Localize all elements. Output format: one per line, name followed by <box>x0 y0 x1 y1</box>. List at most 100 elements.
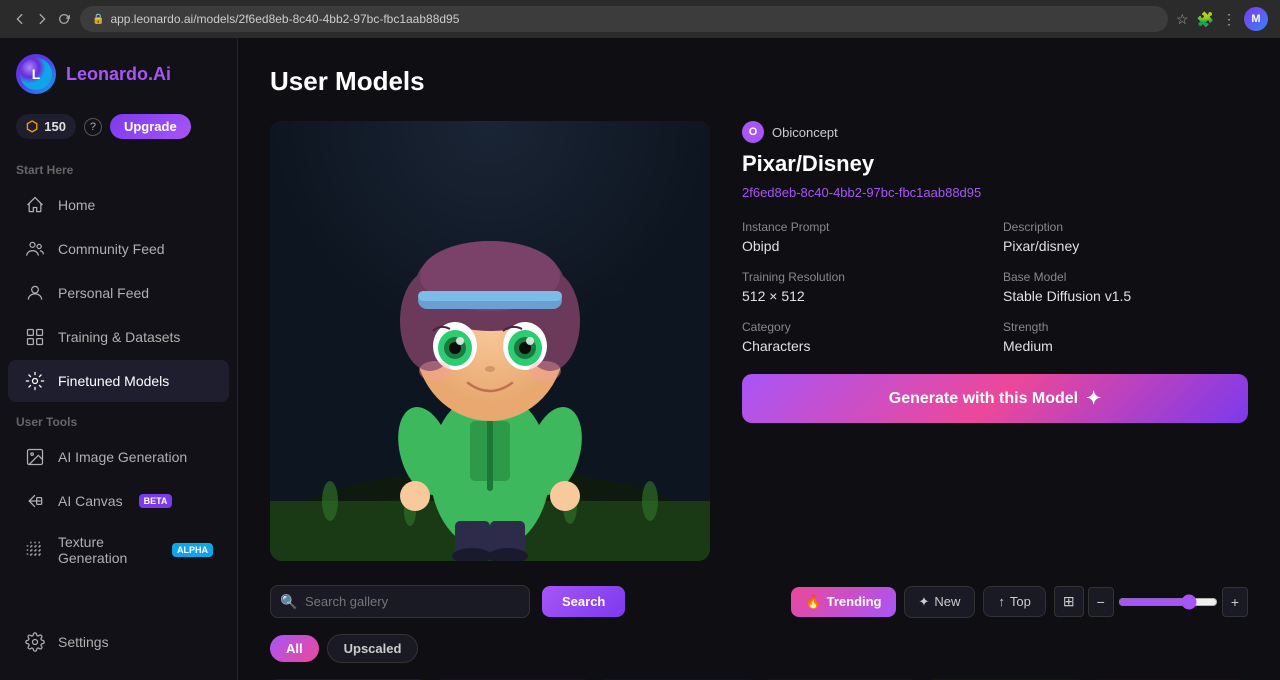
url-bar[interactable]: 🔒 app.leonardo.ai/models/2f6ed8eb-8c40-4… <box>80 6 1168 32</box>
zoom-in-button[interactable]: + <box>1222 587 1248 617</box>
zoom-slider[interactable] <box>1118 594 1218 610</box>
credits-badge: ⬡ 150 <box>16 114 76 139</box>
owner-avatar: O <box>742 121 764 143</box>
training-resolution-field: Training Resolution 512 × 512 <box>742 270 987 304</box>
category-field: Category Characters <box>742 320 987 354</box>
search-input[interactable] <box>270 585 530 618</box>
top-label: Top <box>1010 594 1031 609</box>
user-tools-label: User Tools <box>0 403 237 435</box>
credits-count: 150 <box>44 119 66 134</box>
sidebar: L Leonardo.Ai ⬡ 150 ? Upgrade Start Here… <box>0 38 238 680</box>
browser-controls <box>12 11 72 27</box>
description-field: Description Pixar/disney <box>1003 220 1248 254</box>
sidebar-item-texture[interactable]: Texture Generation ALPHA <box>8 524 229 576</box>
personal-icon <box>24 282 46 304</box>
beta-badge: BETA <box>139 494 173 508</box>
sidebar-item-personal[interactable]: Personal Feed <box>8 272 229 314</box>
menu-icon[interactable]: ⋮ <box>1222 11 1236 28</box>
sidebar-item-community-label: Community Feed <box>58 241 165 257</box>
finetuned-icon <box>24 370 46 392</box>
sidebar-item-texture-label: Texture Generation <box>58 534 156 566</box>
filter-upscaled-button[interactable]: Upscaled <box>327 634 419 663</box>
reload-btn[interactable] <box>56 11 72 27</box>
community-icon <box>24 238 46 260</box>
logo-avatar: L <box>16 54 56 94</box>
main-content: User Models <box>238 38 1280 680</box>
back-btn[interactable] <box>12 11 28 27</box>
sidebar-item-ai-canvas[interactable]: AI Canvas BETA <box>8 480 229 522</box>
sidebar-item-home-label: Home <box>58 197 95 213</box>
ai-image-icon <box>24 446 46 468</box>
sidebar-item-home[interactable]: Home <box>8 184 229 226</box>
texture-icon <box>24 539 46 561</box>
sidebar-item-ai-canvas-label: AI Canvas <box>58 493 123 509</box>
model-owner-row: O Obiconcept <box>742 121 1248 143</box>
base-model-field: Base Model Stable Diffusion v1.5 <box>1003 270 1248 304</box>
sidebar-item-ai-image[interactable]: AI Image Generation <box>8 436 229 478</box>
logo-text: Leonardo.Ai <box>66 64 171 85</box>
trending-button[interactable]: 🔥 Trending <box>791 587 895 617</box>
sidebar-item-settings[interactable]: Settings <box>8 621 229 663</box>
training-resolution-value: 512 × 512 <box>742 288 987 304</box>
sidebar-item-personal-label: Personal Feed <box>58 285 149 301</box>
svg-text:L: L <box>32 66 41 82</box>
fire-icon: 🔥 <box>805 594 821 610</box>
filter-row: All Upscaled <box>270 634 1248 663</box>
base-model-value: Stable Diffusion v1.5 <box>1003 288 1248 304</box>
model-name: Pixar/Disney <box>742 151 1248 177</box>
gallery-controls: 🔍 Search 🔥 Trending ✦ New ↑ Top ⊞ <box>270 585 1248 618</box>
model-id: 2f6ed8eb-8c40-4bb2-97bc-fbc1aab88d95 <box>742 185 1248 200</box>
lock-icon: 🔒 <box>92 14 104 25</box>
grid-view-button[interactable]: ⊞ <box>1054 586 1084 617</box>
upgrade-button[interactable]: Upgrade <box>110 114 191 139</box>
sidebar-item-ai-image-label: AI Image Generation <box>58 449 187 465</box>
zoom-out-button[interactable]: − <box>1088 587 1114 617</box>
generate-icon: ✦ <box>1086 388 1101 409</box>
browser-actions: ☆ 🧩 ⋮ M <box>1176 7 1268 31</box>
strength-label: Strength <box>1003 320 1248 334</box>
ai-canvas-icon <box>24 490 46 512</box>
base-model-label: Base Model <box>1003 270 1248 284</box>
trending-label: Trending <box>827 594 882 609</box>
top-button[interactable]: ↑ Top <box>983 586 1045 617</box>
sidebar-item-training[interactable]: Training & Datasets <box>8 316 229 358</box>
help-icon[interactable]: ? <box>84 118 102 136</box>
model-info: O Obiconcept Pixar/Disney 2f6ed8eb-8c40-… <box>742 121 1248 561</box>
browser-bar: 🔒 app.leonardo.ai/models/2f6ed8eb-8c40-4… <box>0 0 1280 38</box>
sparkle-icon: ✦ <box>919 594 930 610</box>
credits-row: ⬡ 150 ? Upgrade <box>0 110 237 151</box>
coin-icon: ⬡ <box>26 118 38 135</box>
new-button[interactable]: ✦ New <box>904 586 976 618</box>
view-controls: ⊞ − + <box>1054 586 1248 617</box>
search-button[interactable]: Search <box>542 586 625 617</box>
model-image <box>270 121 710 561</box>
top-icon: ↑ <box>998 594 1005 609</box>
training-resolution-label: Training Resolution <box>742 270 987 284</box>
filter-all-button[interactable]: All <box>270 635 319 662</box>
strength-field: Strength Medium <box>1003 320 1248 354</box>
model-image-container <box>270 121 710 561</box>
home-icon <box>24 194 46 216</box>
sidebar-item-community[interactable]: Community Feed <box>8 228 229 270</box>
new-label: New <box>934 594 960 609</box>
sidebar-item-finetuned[interactable]: Finetuned Models <box>8 360 229 402</box>
generate-button[interactable]: Generate with this Model ✦ <box>742 374 1248 423</box>
instance-prompt-value: Obipd <box>742 238 987 254</box>
strength-value: Medium <box>1003 338 1248 354</box>
sidebar-item-finetuned-label: Finetuned Models <box>58 373 169 389</box>
category-label: Category <box>742 320 987 334</box>
url-text: app.leonardo.ai/models/2f6ed8eb-8c40-4bb… <box>110 12 459 26</box>
generate-btn-label: Generate with this Model <box>889 390 1078 408</box>
gallery-right: 🔥 Trending ✦ New ↑ Top ⊞ − + <box>791 586 1248 618</box>
sidebar-item-training-label: Training & Datasets <box>58 329 180 345</box>
bookmark-icon[interactable]: ☆ <box>1176 11 1189 28</box>
user-avatar[interactable]: M <box>1244 7 1268 31</box>
search-icon: 🔍 <box>280 593 297 610</box>
page-title: User Models <box>270 66 1248 97</box>
settings-icon <box>24 631 46 653</box>
info-grid: Instance Prompt Obipd Description Pixar/… <box>742 220 1248 354</box>
extensions-icon[interactable]: 🧩 <box>1197 11 1214 28</box>
app-container: L Leonardo.Ai ⬡ 150 ? Upgrade Start Here… <box>0 38 1280 680</box>
forward-btn[interactable] <box>34 11 50 27</box>
category-value: Characters <box>742 338 987 354</box>
